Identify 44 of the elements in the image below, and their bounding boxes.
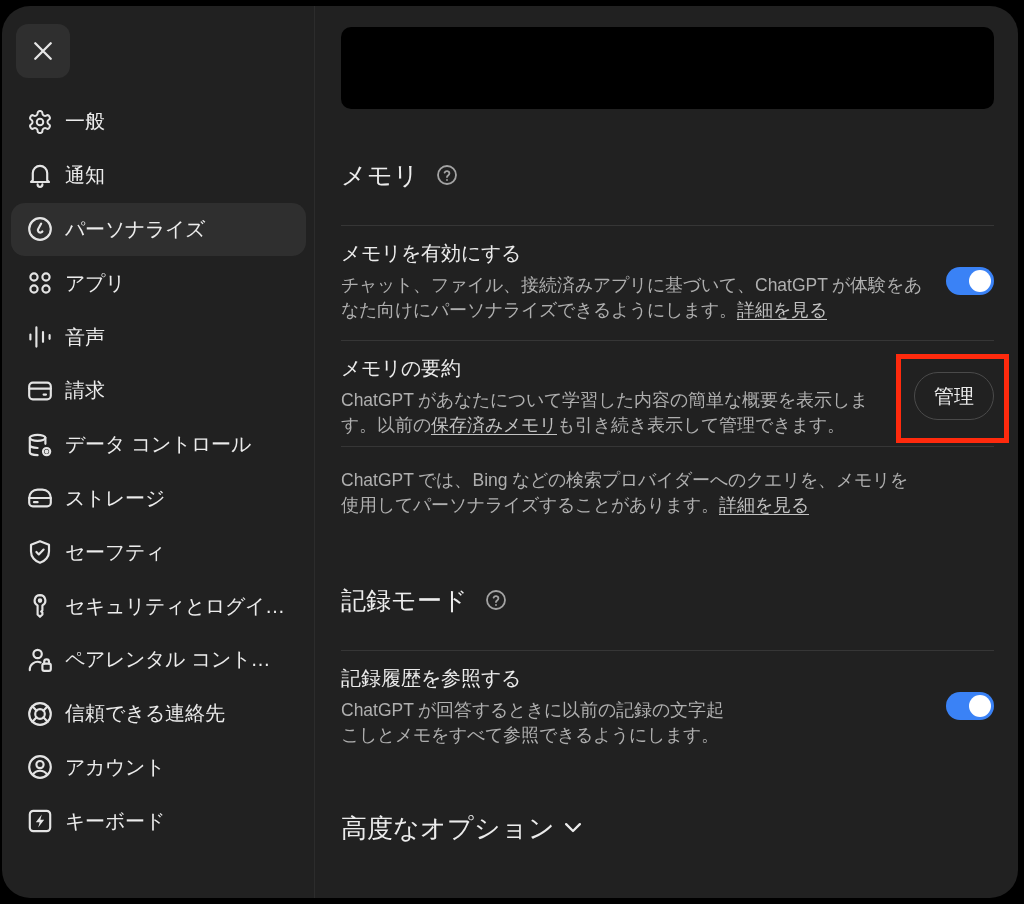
lightning-square-icon — [28, 809, 52, 834]
toggle-switch[interactable] — [946, 692, 994, 720]
close-button[interactable] — [16, 24, 70, 78]
setting-title: メモリを有効にする — [341, 241, 522, 266]
text-link[interactable]: 詳細を見る — [719, 495, 809, 515]
sidebar-item[interactable]: 音声 — [11, 310, 306, 364]
shield-check-icon — [28, 540, 52, 565]
gear-icon — [28, 109, 52, 134]
setting-title: 記録履歴を参照する — [341, 666, 522, 691]
dots-grid-icon — [28, 271, 52, 296]
section-heading: 記録モード — [341, 585, 468, 616]
help-icon[interactable] — [437, 165, 457, 185]
sidebar-item[interactable]: 一般 — [11, 95, 306, 149]
toggle-switch[interactable] — [946, 267, 994, 295]
sidebar-item[interactable]: パーソナライズ — [11, 202, 306, 257]
setting-description: チャット、ファイル、接続済みアプリに基づいて、ChatGPT が体験をあなた向けにパーソナライズできるようにします。詳細を見る — [341, 274, 924, 322]
close-icon — [34, 42, 52, 60]
swirl-circle-icon — [28, 217, 52, 242]
sidebar-item[interactable]: データ コントロール — [11, 417, 306, 472]
sidebar-item[interactable]: アプリ — [11, 256, 306, 311]
setting-description: ChatGPT があなたについて学習した内容の簡単な概要を表示します。以前の保存済みメモリ も引き続き表示して管理できます。 — [341, 389, 870, 437]
person-lock-icon — [28, 647, 52, 672]
text-link[interactable]: 詳細を見る — [737, 300, 827, 320]
sidebar-item[interactable]: 請求 — [11, 364, 306, 418]
sidebar-item[interactable]: 通知 — [11, 148, 306, 203]
sidebar-item[interactable]: ペアレンタル コント… — [11, 632, 306, 687]
sound-wave-icon — [28, 325, 52, 350]
note-text: ChatGPT では、Bing などの検索プロバイダーへのクエリを、メモリを使用してパーソナライズすることがあります。詳細を見る — [341, 469, 910, 517]
sidebar-item[interactable]: アカウント — [11, 740, 306, 795]
text-link[interactable]: 保存済みメモリ — [431, 415, 557, 435]
sidebar-item[interactable]: セキュリティとログイ… — [11, 579, 306, 633]
sidebar-item[interactable]: ストレージ — [11, 471, 306, 526]
database-gear-icon — [28, 432, 52, 457]
user-circle-icon — [28, 755, 52, 780]
lifebuoy-icon — [28, 701, 52, 726]
section-heading: メモリ — [341, 160, 419, 191]
help-icon[interactable] — [486, 590, 506, 610]
advanced-options-button[interactable]: 高度なオプション — [341, 810, 581, 846]
sidebar-item[interactable]: 信頼できる連絡先 — [11, 686, 306, 741]
sidebar-item[interactable]: キーボード — [11, 794, 306, 849]
setting-title: メモリの要約 — [341, 356, 462, 381]
setting-description: ChatGPT が回答するときに以前の記録の文字起こしとメモをすべて参照できるようにします。 — [341, 699, 725, 747]
sidebar-item[interactable]: セーフティ — [11, 525, 306, 580]
bell-icon — [28, 163, 52, 188]
